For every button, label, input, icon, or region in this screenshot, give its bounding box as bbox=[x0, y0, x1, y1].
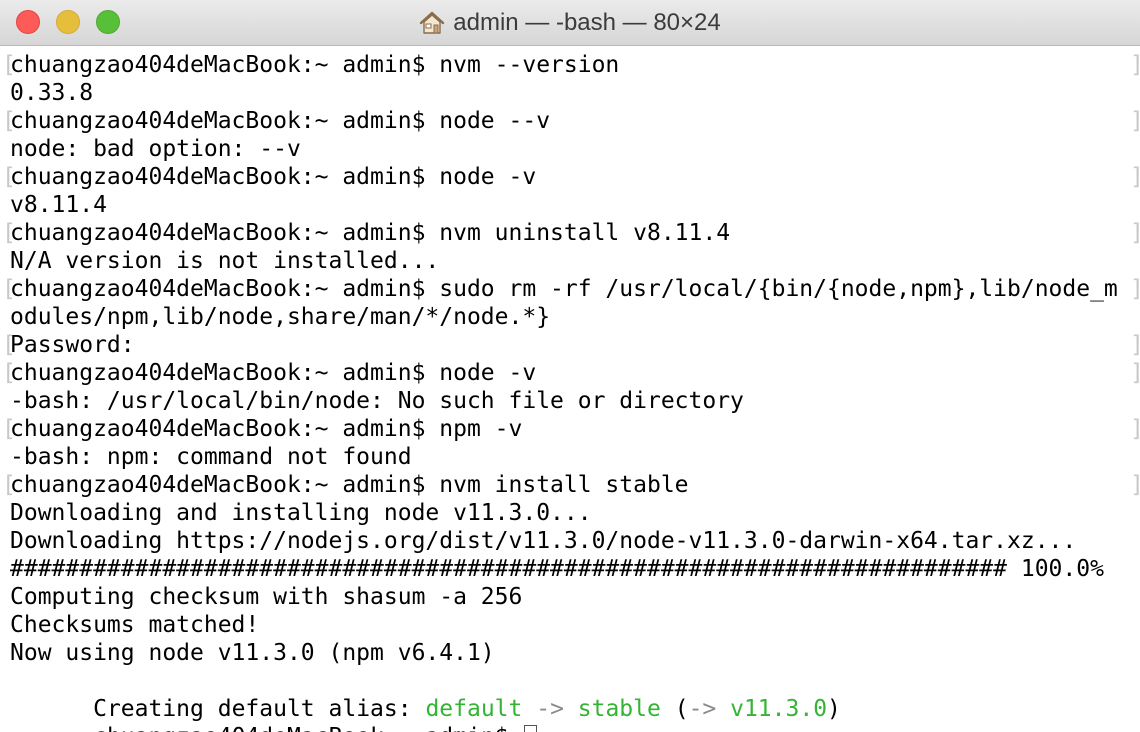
line-mark-right: ] bbox=[1130, 163, 1140, 191]
terminal-line: odules/npm,lib/node,share/man/*/node.*} bbox=[10, 303, 1140, 331]
line-text: ########################################… bbox=[10, 556, 1104, 582]
line-text: chuangzao404deMacBook:~ admin$ nvm insta… bbox=[10, 472, 689, 498]
line-text: chuangzao404deMacBook:~ admin$ nvm unins… bbox=[10, 220, 731, 246]
line-mark-right: ] bbox=[1130, 359, 1140, 387]
line-mark-left: [ bbox=[2, 220, 16, 246]
line-mark-left: [ bbox=[2, 52, 16, 78]
line-mark-right: ] bbox=[1130, 275, 1140, 303]
line-text: chuangzao404deMacBook:~ admin$ node --v bbox=[10, 108, 551, 134]
terminal-line: N/A version is not installed... bbox=[10, 247, 1140, 275]
terminal-line: Downloading https://nodejs.org/dist/v11.… bbox=[10, 527, 1140, 555]
line-mark-left: [ bbox=[2, 164, 16, 190]
line-text: Now using node v11.3.0 (npm v6.4.1) bbox=[10, 640, 495, 666]
terminal-line: [chuangzao404deMacBook:~ admin$ npm -v] bbox=[2, 415, 1140, 443]
terminal-line: [chuangzao404deMacBook:~ admin$ nvm inst… bbox=[2, 471, 1140, 499]
terminal-line: Now using node v11.3.0 (npm v6.4.1) bbox=[10, 639, 1140, 667]
terminal-line: [chuangzao404deMacBook:~ admin$ nvm unin… bbox=[2, 219, 1140, 247]
terminal-line: Downloading and installing node v11.3.0.… bbox=[10, 499, 1140, 527]
title-bar[interactable]: admin — -bash — 80×24 bbox=[0, 0, 1140, 46]
line-text: -bash: /usr/local/bin/node: No such file… bbox=[10, 388, 744, 414]
line-text: N/A version is not installed... bbox=[10, 248, 440, 274]
line-mark-left: [ bbox=[2, 332, 16, 358]
line-mark-right: ] bbox=[1130, 415, 1140, 443]
line-text: chuangzao404deMacBook:~ admin$ node -v bbox=[10, 360, 537, 386]
line-mark-left: [ bbox=[2, 276, 16, 302]
terminal-line: ########################################… bbox=[10, 555, 1140, 583]
line-text: v8.11.4 bbox=[10, 192, 107, 218]
line-mark-left: [ bbox=[2, 472, 16, 498]
terminal-line: Computing checksum with shasum -a 256 bbox=[10, 583, 1140, 611]
line-text: node: bad option: --v bbox=[10, 136, 301, 162]
line-text: Checksums matched! bbox=[10, 612, 260, 638]
line-text: chuangzao404deMacBook:~ admin$ nvm --ver… bbox=[10, 52, 620, 78]
line-mark-left: [ bbox=[2, 416, 16, 442]
terminal-line: Checksums matched! bbox=[10, 611, 1140, 639]
terminal-line: [chuangzao404deMacBook:~ admin$ nvm --ve… bbox=[2, 51, 1140, 79]
line-text: Password: bbox=[10, 332, 135, 358]
line-mark-right: ] bbox=[1130, 51, 1140, 79]
terminal-line: Creating default alias: default -> stabl… bbox=[10, 667, 1140, 722]
line-mark-right: ] bbox=[1130, 219, 1140, 247]
home-icon bbox=[420, 11, 445, 34]
window-title: admin — -bash — 80×24 bbox=[0, 0, 1140, 46]
terminal-line: 0.33.8 bbox=[10, 79, 1140, 107]
terminal-line: [chuangzao404deMacBook:~ admin$ node -v] bbox=[2, 163, 1140, 191]
line-text: Downloading https://nodejs.org/dist/v11.… bbox=[10, 528, 1077, 554]
line-text: chuangzao404deMacBook:~ admin$ node -v bbox=[10, 164, 537, 190]
text-cursor[interactable] bbox=[524, 725, 538, 732]
line-mark-right: ] bbox=[1130, 331, 1140, 359]
window-title-text: admin — -bash — 80×24 bbox=[453, 9, 721, 36]
terminal-line: node: bad option: --v bbox=[10, 135, 1140, 163]
line-mark-right: ] bbox=[1130, 107, 1140, 135]
line-mark-left: [ bbox=[2, 108, 16, 134]
line-mark-left: [ bbox=[2, 360, 16, 386]
terminal-line: -bash: npm: command not found bbox=[10, 443, 1140, 471]
terminal-line: [Password:] bbox=[2, 331, 1140, 359]
line-mark-right: ] bbox=[1130, 471, 1140, 499]
line-text: Downloading and installing node v11.3.0.… bbox=[10, 500, 592, 526]
terminal-output[interactable]: [chuangzao404deMacBook:~ admin$ nvm --ve… bbox=[0, 46, 1140, 732]
prompt-line[interactable]: chuangzao404deMacBook:~ admin$ bbox=[10, 695, 1140, 732]
line-text: chuangzao404deMacBook:~ admin$ npm -v bbox=[10, 416, 523, 442]
line-text: chuangzao404deMacBook:~ admin$ sudo rm -… bbox=[10, 276, 1118, 302]
prompt-text: chuangzao404deMacBook:~ admin$ bbox=[93, 724, 522, 732]
line-text: -bash: npm: command not found bbox=[10, 444, 412, 470]
line-text: 0.33.8 bbox=[10, 80, 94, 106]
terminal-line: v8.11.4 bbox=[10, 191, 1140, 219]
line-text: Computing checksum with shasum -a 256 bbox=[10, 584, 523, 610]
terminal-line: [chuangzao404deMacBook:~ admin$ sudo rm … bbox=[2, 275, 1140, 303]
terminal-line: [chuangzao404deMacBook:~ admin$ node --v… bbox=[2, 107, 1140, 135]
terminal-line: [chuangzao404deMacBook:~ admin$ node -v] bbox=[2, 359, 1140, 387]
line-text: odules/npm,lib/node,share/man/*/node.*} bbox=[10, 304, 551, 330]
terminal-line: -bash: /usr/local/bin/node: No such file… bbox=[10, 387, 1140, 415]
terminal-window: admin — -bash — 80×24 [chuangzao404deMac… bbox=[0, 0, 1140, 732]
